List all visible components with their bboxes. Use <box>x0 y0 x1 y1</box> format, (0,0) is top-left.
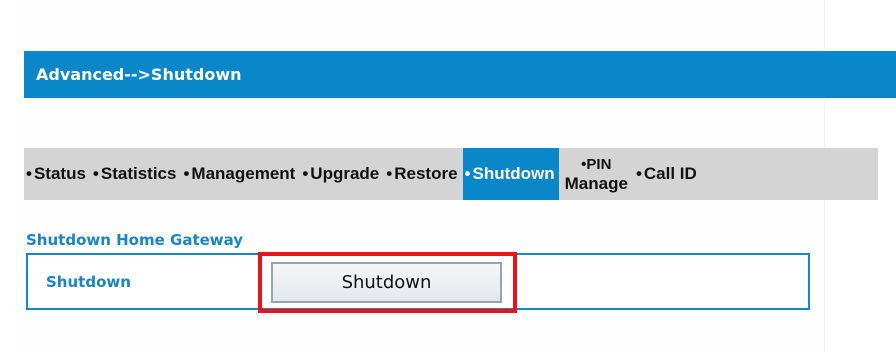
nav-item-label-line2: Manage <box>564 174 628 193</box>
nav-item-pin-manage[interactable]: •PIN Manage <box>559 148 634 200</box>
nav-item-label: Statistics <box>100 164 177 183</box>
nav-item-label: Status <box>33 164 86 183</box>
nav-bullet: • <box>386 164 393 183</box>
page-title: Advanced-->Shutdown <box>36 65 242 84</box>
nav-item-label: Management <box>191 164 296 183</box>
nav-item-shutdown[interactable]: • Shutdown <box>462 148 559 200</box>
section-title: Shutdown Home Gateway <box>26 231 244 249</box>
nav-bullet: • <box>302 164 309 183</box>
nav-bullet: • <box>464 164 471 183</box>
nav-bar: • Status • Statistics • Management • Upgrade… <box>24 148 878 200</box>
nav-item-restore[interactable]: • Restore <box>384 148 462 200</box>
nav-item-statistics[interactable]: • Statistics <box>91 148 182 200</box>
shutdown-row-label: Shutdown <box>46 273 131 291</box>
nav-item-label: Shutdown <box>472 164 555 183</box>
shutdown-button[interactable]: Shutdown <box>271 262 502 303</box>
nav-item-upgrade[interactable]: • Upgrade <box>300 148 384 200</box>
nav-bullet: • <box>183 164 190 183</box>
nav-item-label: Restore <box>394 164 458 183</box>
nav-item-label: PIN <box>586 156 612 173</box>
nav-item-label: Call ID <box>643 164 697 183</box>
nav-item-label: Upgrade <box>310 164 380 183</box>
nav-bullet: • <box>635 164 642 183</box>
nav-item-label-line1: •PIN <box>581 155 611 174</box>
nav-item-status[interactable]: • Status <box>24 148 91 200</box>
page-title-bar: Advanced-->Shutdown <box>24 51 896 98</box>
nav-bullet: • <box>92 164 99 183</box>
nav-item-call-id[interactable]: • Call ID <box>634 148 702 200</box>
nav-bullet: • <box>26 164 32 183</box>
nav-item-management[interactable]: • Management <box>181 148 300 200</box>
